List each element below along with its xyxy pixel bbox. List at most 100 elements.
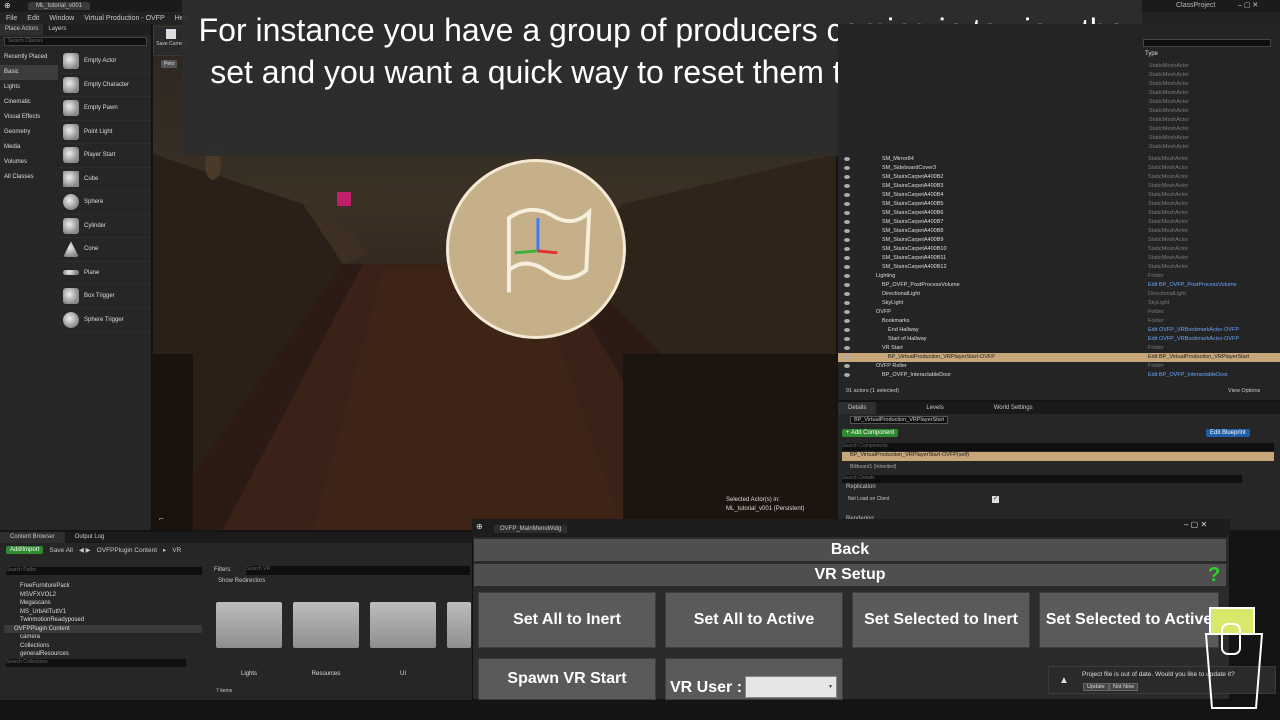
back-button[interactable]: Back — [474, 539, 1226, 561]
outliner-row-type[interactable]: Edit OVFP_VRBookmarkActor-OVFP — [1148, 326, 1239, 335]
view-options-button[interactable]: View Options — [1228, 386, 1260, 396]
actor-item[interactable]: Sphere Trigger — [59, 309, 151, 332]
outliner-row[interactable]: SM_StairsCarpetA400B6 StaticMeshActor — [838, 209, 1280, 218]
set-selected-inert-button[interactable]: Set Selected to Inert — [852, 592, 1030, 648]
category-lights[interactable]: Lights — [0, 80, 58, 95]
nav-arrows-icon[interactable]: ◀ ▶ — [79, 546, 91, 554]
visibility-eye-icon[interactable] — [844, 373, 850, 377]
actor-name-field[interactable]: BP_VirtualProduction_VRPlayerStart — [850, 416, 949, 424]
menu-file[interactable]: File — [6, 15, 17, 22]
menu-edit[interactable]: Edit — [27, 15, 39, 22]
search-vr-input[interactable]: Search VR — [246, 566, 470, 575]
folder-icon[interactable] — [370, 602, 436, 648]
category-volumes[interactable]: Volumes — [0, 155, 58, 170]
outliner-row-type[interactable]: Edit BP_OVFP_PostProcessVolume — [1148, 281, 1237, 290]
visibility-eye-icon[interactable] — [844, 220, 850, 224]
tab-levels[interactable]: Levels — [916, 402, 953, 414]
section-replication[interactable]: Replication — [846, 484, 876, 490]
outliner-row[interactable]: Bookmarks Folder — [838, 317, 1280, 326]
visibility-eye-icon[interactable] — [844, 301, 850, 305]
category-visual-effects[interactable]: Visual Effects — [0, 110, 58, 125]
outliner-row[interactable]: SM_SideboardCover3 StaticMeshActor — [838, 164, 1280, 173]
component-self-row[interactable]: BP_VirtualProduction_VRPlayerStart-OVFP(… — [842, 452, 1274, 461]
outliner-row[interactable]: SM_StairsCarpetA400B11 StaticMeshActor — [838, 254, 1280, 263]
menu-virtual-production[interactable]: Virtual Production - OVFP — [84, 15, 164, 22]
tab-place-actors[interactable]: Place Actors — [0, 24, 44, 35]
outliner-search[interactable] — [1143, 39, 1271, 47]
visibility-eye-icon[interactable] — [844, 364, 850, 368]
tree-item[interactable]: MSVFXVOL2 — [4, 591, 202, 600]
category-geometry[interactable]: Geometry — [0, 125, 58, 140]
outliner-row[interactable]: End Hallway Edit OVFP_VRBookmarkActor-OVF… — [838, 326, 1280, 335]
actor-item[interactable]: Plane — [59, 262, 151, 285]
visibility-eye-icon[interactable] — [844, 319, 850, 323]
actor-item[interactable]: Box Trigger — [59, 285, 151, 309]
net-load-checkbox[interactable]: ✓ — [992, 496, 999, 503]
search-details-input[interactable]: Search Details — [842, 475, 1242, 483]
visibility-eye-icon[interactable] — [844, 355, 850, 359]
tree-item[interactable]: MS_UrbAllTuttV1 — [4, 608, 202, 617]
visibility-eye-icon[interactable] — [844, 346, 850, 350]
vr-user-dropdown[interactable]: ▼ — [745, 676, 837, 698]
save-all-button[interactable]: Save All — [49, 547, 73, 554]
outliner-row[interactable]: DirectionalLight DirectionalLight — [838, 290, 1280, 299]
category-basic[interactable]: Basic — [0, 65, 58, 80]
tab-details[interactable]: Details — [838, 402, 877, 414]
tree-item[interactable]: OVFPPlugin Content — [4, 624, 202, 633]
outliner-row-type[interactable]: Edit BP_OVFP_InteractableDoor — [1148, 371, 1228, 380]
actor-item[interactable]: Sphere — [59, 191, 151, 215]
path-root[interactable]: OVFPPlugin Content — [97, 547, 157, 554]
visibility-eye-icon[interactable] — [844, 193, 850, 197]
visibility-eye-icon[interactable] — [844, 175, 850, 179]
actor-item[interactable]: Empty Pawn — [59, 97, 151, 121]
outliner-row[interactable]: SM_StairsCarpetA400B5 StaticMeshActor — [838, 200, 1280, 209]
actor-item[interactable]: Empty Character — [59, 74, 151, 97]
visibility-eye-icon[interactable] — [844, 328, 850, 332]
filters-button[interactable]: Filters — [214, 567, 230, 573]
tree-item[interactable]: FreeFurniturePack — [4, 582, 202, 591]
widget-window-controls[interactable]: – ▢ ✕ — [1184, 520, 1207, 529]
outliner-row[interactable]: BP_OVFP_PostProcessVolume Edit BP_OVFP_Po… — [838, 281, 1280, 290]
visibility-eye-icon[interactable] — [844, 265, 850, 269]
visibility-eye-icon[interactable] — [844, 274, 850, 278]
category-all-classes[interactable]: All Classes — [0, 170, 58, 185]
outliner-row[interactable]: SM_StairsCarpetA400B3 StaticMeshActor — [838, 182, 1280, 191]
category-media[interactable]: Media — [0, 140, 58, 155]
tree-item[interactable]: camera — [4, 633, 202, 642]
outliner-row[interactable]: SM_StairsCarpetA400B9 StaticMeshActor — [838, 236, 1280, 245]
category-cinematic[interactable]: Cinematic — [0, 95, 58, 110]
tab-layers[interactable]: Layers — [43, 24, 71, 35]
visibility-eye-icon[interactable] — [844, 337, 850, 341]
tree-item[interactable]: generalResources — [4, 650, 202, 659]
set-selected-active-button[interactable]: Set Selected to Active — [1039, 592, 1219, 648]
outliner-row[interactable]: SM_StairsCarpetA400B10 StaticMeshActor — [838, 245, 1280, 254]
actor-item[interactable]: Cube — [59, 168, 151, 191]
outliner-row[interactable]: SM_StairsCarpetA400B4 StaticMeshActor — [838, 191, 1280, 200]
actor-item[interactable]: Player Start — [59, 144, 151, 168]
actor-item[interactable]: Cylinder — [59, 215, 151, 238]
actor-item[interactable]: Point Light — [59, 121, 151, 144]
set-all-inert-button[interactable]: Set All to Inert — [478, 592, 656, 648]
outliner-row[interactable]: SM_StairsCarpetA400B12 StaticMeshActor — [838, 263, 1280, 272]
perspective-button[interactable]: Pers — [161, 60, 178, 68]
outliner-row[interactable]: Start of Hallway Edit OVFP_VRBookmarkActo… — [838, 335, 1280, 344]
visibility-eye-icon[interactable] — [844, 310, 850, 314]
outliner-row[interactable]: SM_StairsCarpetA400B7 StaticMeshActor — [838, 218, 1280, 227]
search-components-input[interactable]: Search Components — [842, 443, 1274, 451]
show-redirectors-toggle[interactable]: Show Redirectors — [218, 578, 265, 584]
actor-item[interactable]: Cone — [59, 238, 151, 262]
folder-icon[interactable] — [293, 602, 359, 648]
tab-output-log[interactable]: Output Log — [65, 532, 115, 543]
add-import-button[interactable]: Add/Import — [6, 546, 44, 554]
player-start-billboard[interactable] — [446, 159, 626, 339]
visibility-eye-icon[interactable] — [844, 256, 850, 260]
outliner-row[interactable]: SM_StairsCarpetA400B2 StaticMeshActor — [838, 173, 1280, 182]
visibility-eye-icon[interactable] — [844, 238, 850, 242]
add-component-button[interactable]: + Add Component — [842, 429, 899, 437]
visibility-eye-icon[interactable] — [844, 184, 850, 188]
help-icon[interactable]: ? — [1208, 564, 1220, 587]
actor-item[interactable]: Empty Actor — [59, 50, 151, 74]
spawn-vr-start-button[interactable]: Spawn VR Start — [478, 658, 656, 700]
outliner-row[interactable]: VR Start Folder — [838, 344, 1280, 353]
search-paths-input[interactable]: Search Paths — [6, 567, 202, 575]
